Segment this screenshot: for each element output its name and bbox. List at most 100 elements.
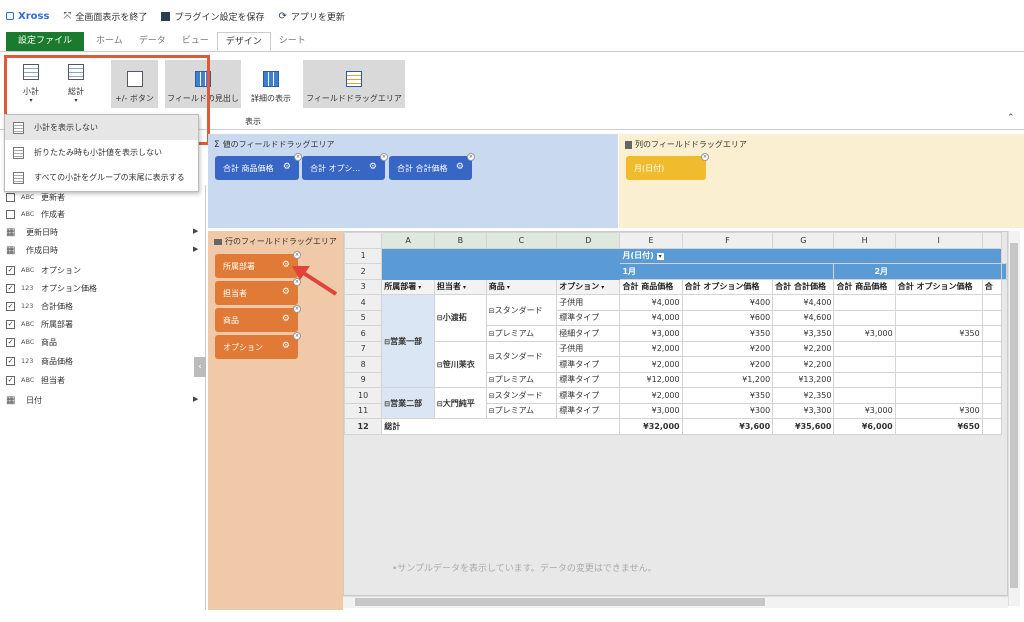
row-number[interactable]: 1 xyxy=(344,247,383,264)
option-cell[interactable]: 子供用 xyxy=(556,340,621,357)
gear-icon[interactable]: ⚙ xyxy=(456,162,464,172)
filter-dropdown-icon[interactable]: ▾ xyxy=(505,284,510,291)
value-cell[interactable]: ¥2,200 xyxy=(772,340,835,357)
value-cell[interactable]: ¥3,000 xyxy=(619,402,683,419)
column-header[interactable]: オプション ▾ xyxy=(556,278,621,295)
gear-icon[interactable]: ⚙ xyxy=(369,162,377,172)
field-item[interactable]: ✓ ABC 担当者 xyxy=(6,372,65,388)
col-letter[interactable]: C xyxy=(485,232,558,249)
value-cell[interactable]: ¥4,600 xyxy=(772,309,835,326)
option-cell[interactable]: 標準タイプ xyxy=(556,402,621,419)
value-cell[interactable] xyxy=(894,309,983,326)
column-header[interactable]: 合計 商品価格 xyxy=(833,278,896,295)
value-cell[interactable] xyxy=(894,387,983,404)
row-number[interactable]: 9 xyxy=(344,371,383,388)
row-chip[interactable]: オプション ⚙ × xyxy=(215,332,301,359)
row-number[interactable]: 10 xyxy=(344,387,383,404)
value-cell[interactable] xyxy=(981,356,1003,373)
option-cell[interactable]: 標準タイプ xyxy=(556,371,621,388)
save-plugin-button[interactable]: プラグイン設定を保存 xyxy=(161,10,264,23)
update-app-button[interactable]: ⟳ アプリを更新 xyxy=(278,10,344,23)
value-cell[interactable]: ¥2,200 xyxy=(772,356,835,373)
corner-cell[interactable] xyxy=(344,232,383,249)
tab-design[interactable]: デザイン xyxy=(216,32,271,51)
total-cell[interactable]: ¥6,000 xyxy=(833,418,896,435)
value-cell[interactable] xyxy=(981,371,1003,388)
value-cell[interactable]: ¥400 xyxy=(681,294,774,311)
checkbox-checked-icon[interactable]: ✓ xyxy=(6,337,15,347)
row-chip[interactable]: 担当者 ⚙ × xyxy=(215,278,301,305)
row-number[interactable]: 7 xyxy=(344,340,383,357)
values-drop-zone[interactable]: Σ 値のフィールドドラッグエリア 合計 商品価格 ⚙ × 合計 オプシ... ⚙… xyxy=(208,134,618,228)
column-header[interactable]: 合計 オプション価格 xyxy=(894,278,983,295)
value-cell[interactable] xyxy=(833,294,896,311)
value-cell[interactable]: ¥3,000 xyxy=(619,325,683,342)
tab-home[interactable]: ホーム xyxy=(88,32,131,51)
col-letter[interactable]: I xyxy=(894,232,983,249)
total-cell[interactable]: ¥32,000 xyxy=(619,418,683,435)
close-icon[interactable]: × xyxy=(293,332,301,340)
column-header[interactable]: 合計 合計価格 xyxy=(772,278,835,295)
checkbox-checked-icon[interactable]: ✓ xyxy=(6,356,15,366)
product-cell[interactable]: ⊟プレミアム xyxy=(485,325,558,342)
value-cell[interactable] xyxy=(894,340,983,357)
field-item[interactable]: ▦ 作成日時 xyxy=(6,242,58,258)
checkbox-checked-icon[interactable]: ✓ xyxy=(6,301,15,311)
detail-view-button[interactable]: 詳細の表示 xyxy=(247,60,295,108)
close-icon[interactable]: × xyxy=(293,251,301,259)
column-header[interactable]: 担当者 ▾ xyxy=(433,278,487,295)
row-number[interactable]: 6 xyxy=(344,325,383,342)
field-item[interactable]: ✓ 123 商品価格 xyxy=(6,353,73,369)
row-chip[interactable]: 商品 ⚙ × xyxy=(215,305,301,332)
value-cell[interactable]: ¥2,350 xyxy=(772,387,835,404)
value-cell[interactable]: ¥3,000 xyxy=(833,402,896,419)
filter-dropdown-icon[interactable]: ▾ xyxy=(416,284,421,291)
field-item[interactable]: ✓ 123 オプション価格 xyxy=(6,280,97,296)
month-field-header[interactable]: 月(日付) ▾ xyxy=(619,247,1002,264)
column-header[interactable]: 合 xyxy=(981,278,1003,295)
rep-cell[interactable]: ⊟大門純平 xyxy=(433,387,487,419)
gear-icon[interactable]: ⚙ xyxy=(282,341,290,351)
chevron-up-icon[interactable]: ⌃ xyxy=(1007,113,1015,123)
value-cell[interactable]: ¥200 xyxy=(681,356,774,373)
department-cell[interactable]: ⊟営業一部 xyxy=(381,294,435,388)
row-number[interactable]: 2 xyxy=(344,263,383,280)
close-icon[interactable]: × xyxy=(293,305,301,313)
value-cell[interactable] xyxy=(981,294,1003,311)
exit-fullscreen-button[interactable]: ⤧ 全画面表示を終了 xyxy=(63,10,147,23)
gear-icon[interactable]: ⚙ xyxy=(282,287,290,297)
value-cell[interactable] xyxy=(833,387,896,404)
value-cell[interactable]: ¥350 xyxy=(681,387,774,404)
value-cell[interactable]: ¥3,300 xyxy=(772,402,835,419)
field-drag-area-button[interactable]: フィールドドラッグエリア xyxy=(303,60,405,108)
value-cell[interactable]: ¥13,200 xyxy=(772,371,835,388)
col-letter[interactable] xyxy=(981,232,1003,249)
total-cell[interactable]: ¥3,600 xyxy=(681,418,774,435)
col-letter[interactable]: F xyxy=(681,232,774,249)
gear-icon[interactable]: ⚙ xyxy=(282,314,290,324)
option-cell[interactable]: 極細タイプ xyxy=(556,325,621,342)
row-chip[interactable]: 所属部署 ⚙ × xyxy=(215,251,301,278)
value-cell[interactable] xyxy=(894,356,983,373)
filter-dropdown-icon[interactable]: ▾ xyxy=(656,253,664,261)
tab-file[interactable]: 設定ファイル xyxy=(6,32,85,51)
row-number[interactable]: 3 xyxy=(344,278,383,295)
pivot-grid[interactable]: A B C D E F G H I 1 月(日付) ▾ 2 1月 2月 3 所属… xyxy=(343,231,1008,596)
col-letter[interactable]: A xyxy=(381,232,435,249)
option-cell[interactable]: 標準タイプ xyxy=(556,356,621,373)
row-number[interactable]: 11 xyxy=(344,402,383,419)
collapse-panel-icon[interactable]: ‹ xyxy=(194,357,206,377)
filter-dropdown-icon[interactable]: ▾ xyxy=(461,284,466,291)
value-chip[interactable]: 合計 合計価格 ⚙ × xyxy=(389,153,475,180)
value-cell[interactable] xyxy=(981,387,1003,404)
col-letter[interactable]: H xyxy=(833,232,896,249)
product-cell[interactable]: ⊟スタンダード xyxy=(485,294,558,326)
value-cell[interactable] xyxy=(981,309,1003,326)
value-cell[interactable]: ¥1,200 xyxy=(681,371,774,388)
col-letter[interactable]: D xyxy=(556,232,621,249)
value-cell[interactable]: ¥4,000 xyxy=(619,294,683,311)
field-item[interactable]: ▦ 日付 xyxy=(6,392,42,408)
value-cell[interactable] xyxy=(894,294,983,311)
close-icon[interactable]: × xyxy=(467,153,475,161)
product-cell[interactable]: ⊟スタンダード xyxy=(485,340,558,373)
